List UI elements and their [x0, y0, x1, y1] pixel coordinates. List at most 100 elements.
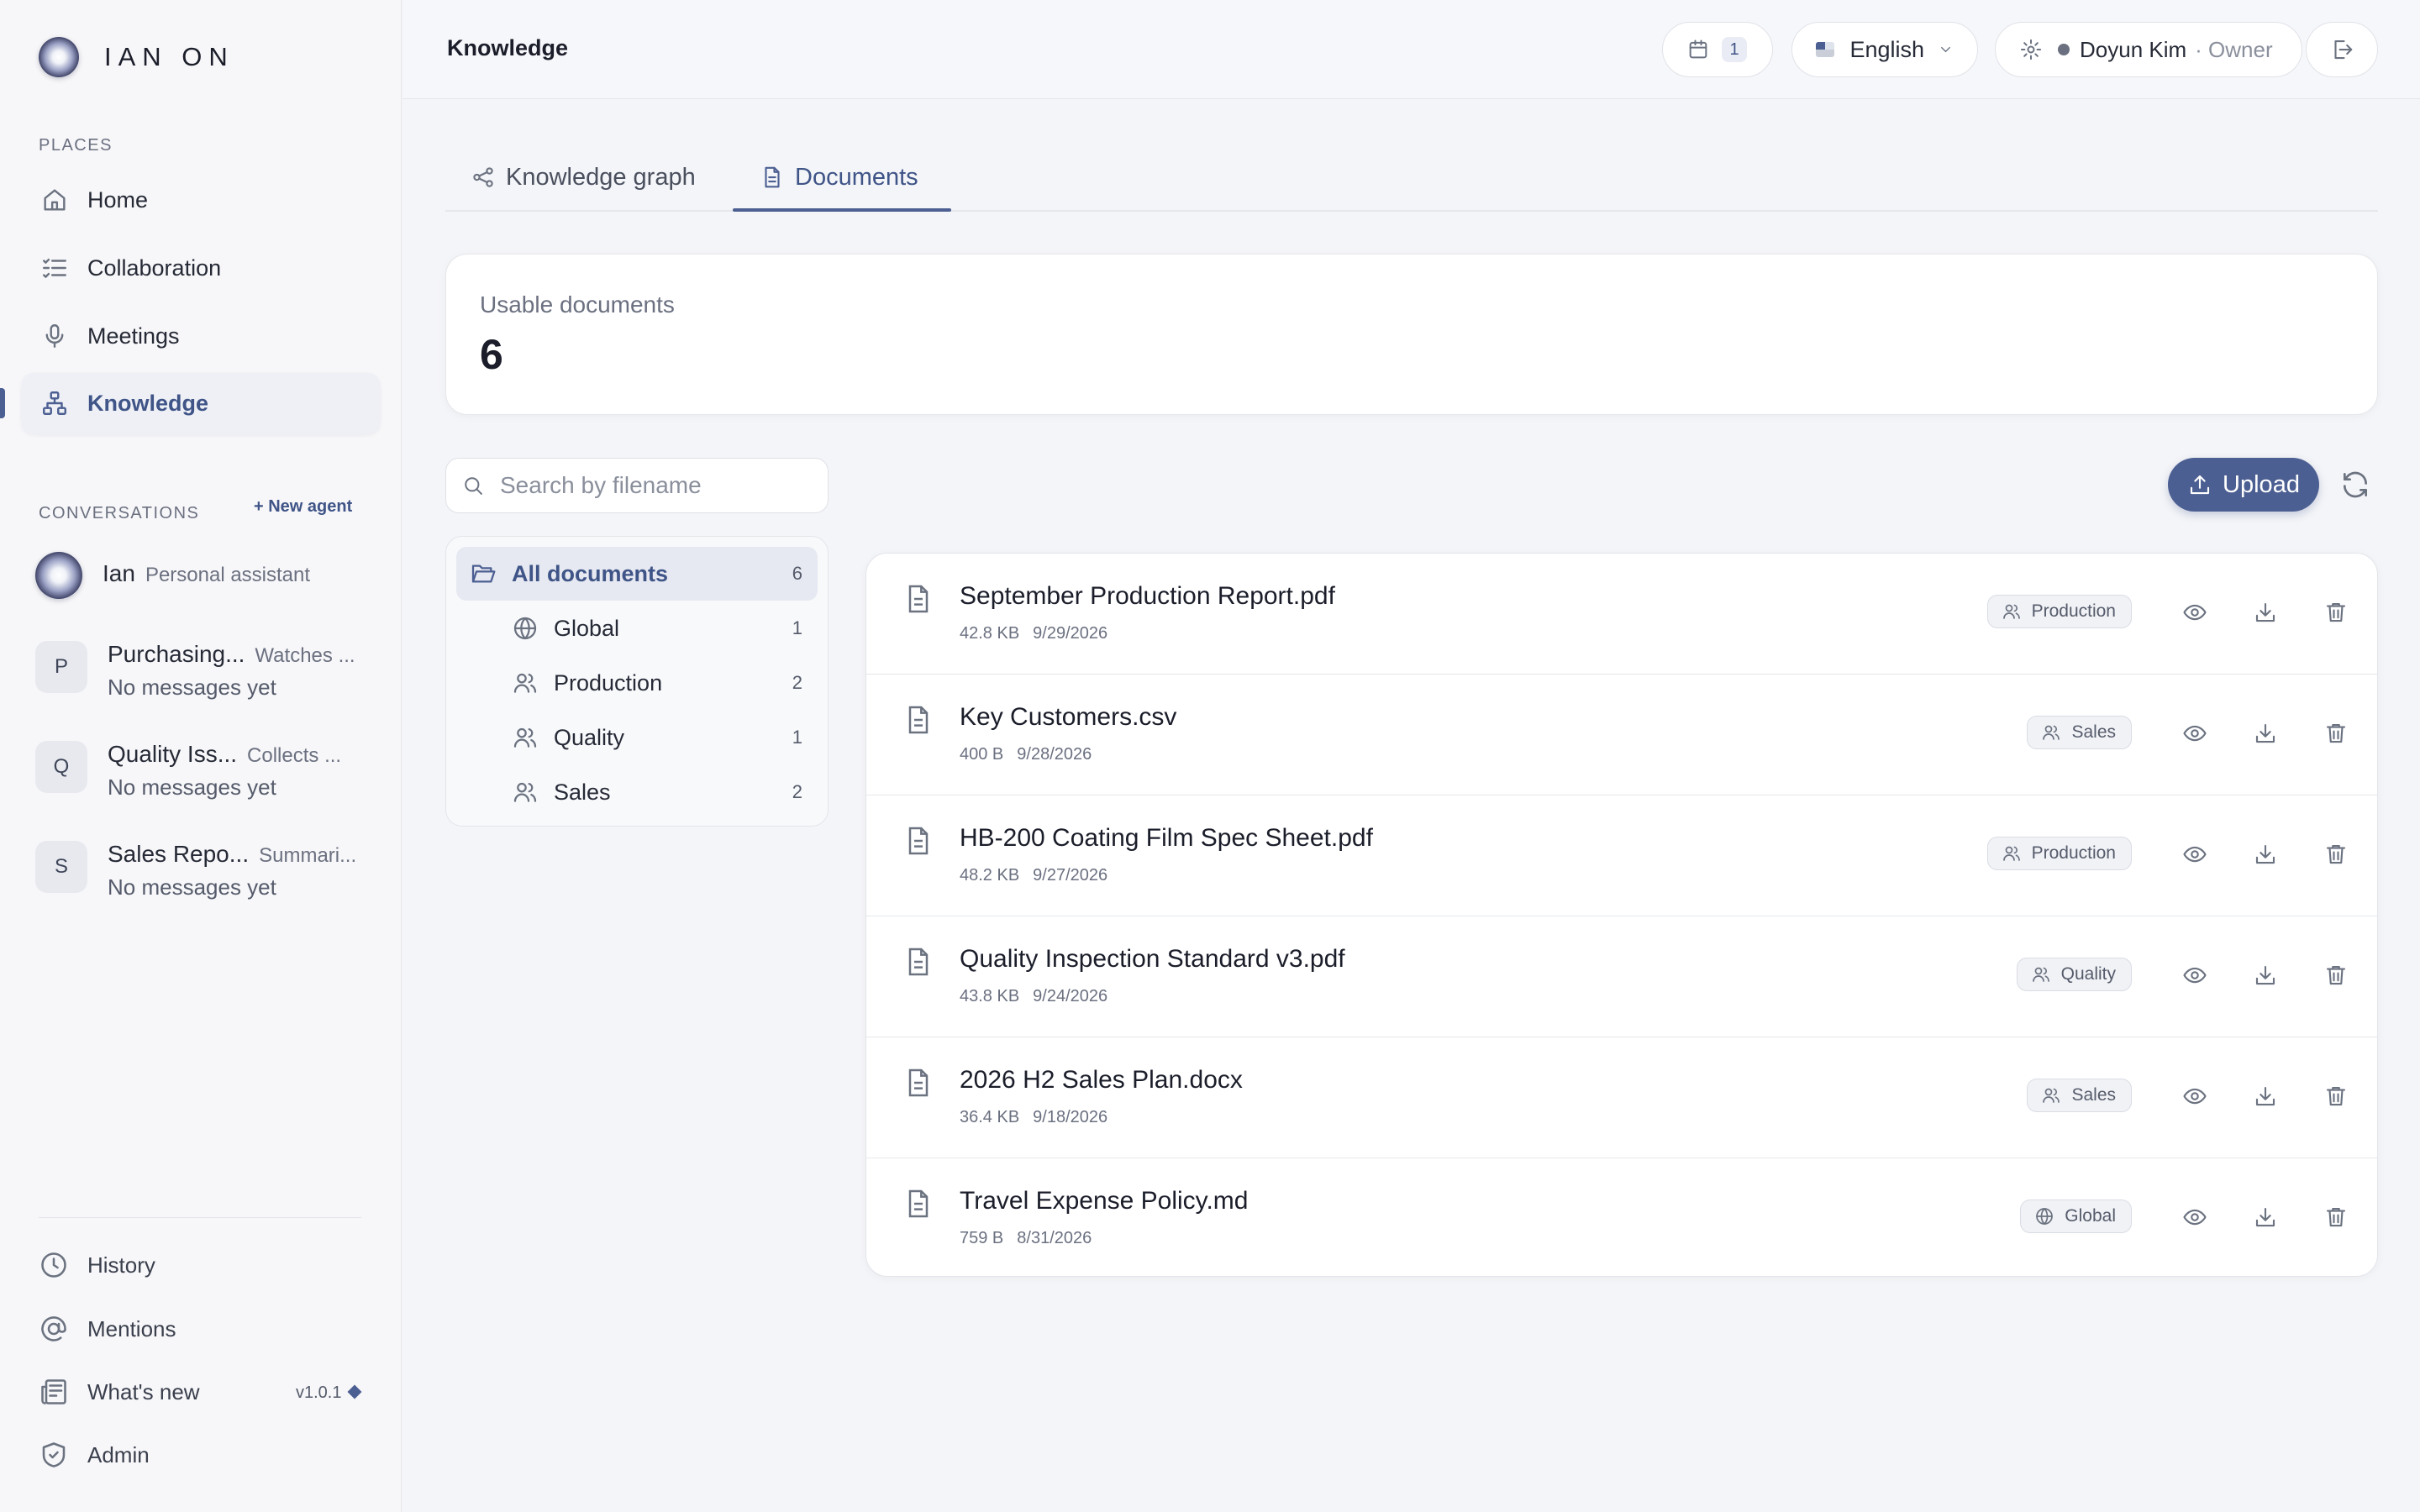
trash-icon[interactable]	[2323, 600, 2349, 625]
sidebar-history[interactable]: History	[39, 1250, 368, 1280]
trash-icon[interactable]	[2323, 1205, 2349, 1230]
search-input[interactable]	[500, 472, 819, 499]
document-size: 759 B	[960, 1229, 1004, 1247]
nav-knowledge[interactable]: Knowledge	[22, 373, 380, 433]
conversation-name: Purchasing...	[108, 641, 245, 667]
conversation-sales[interactable]: S Sales Repo... Summari... No messages y…	[35, 841, 371, 900]
logout-button[interactable]	[2306, 22, 2378, 77]
view-icon[interactable]	[2182, 842, 2207, 867]
document-name[interactable]: Quality Inspection Standard v3.pdf	[960, 945, 1345, 974]
file-icon	[908, 948, 929, 976]
users-icon	[513, 727, 537, 748]
document-icon	[765, 166, 780, 188]
upload-button[interactable]: Upload	[2168, 458, 2319, 512]
refresh-icon	[2343, 471, 2368, 498]
trash-icon[interactable]	[2323, 842, 2349, 867]
document-list: September Production Report.pdf 42.8 KB 9…	[865, 553, 2378, 1277]
trash-icon[interactable]	[2323, 1084, 2349, 1109]
sidebar-admin[interactable]: Admin	[39, 1440, 368, 1470]
download-icon[interactable]	[2253, 842, 2278, 867]
document-name[interactable]: Travel Expense Policy.md	[960, 1187, 1248, 1215]
calendar-button[interactable]: 1	[1662, 22, 1773, 77]
document-size: 42.8 KB	[960, 624, 1020, 643]
document-size: 36.4 KB	[960, 1108, 1020, 1126]
document-meta: 400 B 9/28/2026	[960, 745, 1092, 764]
checklist-icon	[43, 258, 66, 278]
folder-sales[interactable]: Sales 2	[456, 765, 818, 819]
file-icon	[908, 1068, 929, 1097]
nav-meetings[interactable]: Meetings	[22, 306, 380, 366]
user-menu[interactable]: Doyun Kim · Owner	[1995, 22, 2302, 77]
brand-name: IAN ON	[104, 42, 234, 71]
microphone-icon	[45, 324, 64, 348]
conversation-ian[interactable]: Ian Personal assistant	[35, 550, 371, 599]
document-meta: 36.4 KB 9/18/2026	[960, 1108, 1107, 1127]
document-name[interactable]: 2026 H2 Sales Plan.docx	[960, 1066, 1243, 1095]
conversation-desc: Watches ...	[255, 644, 355, 667]
folder-production[interactable]: Production 2	[456, 656, 818, 710]
tab-bar	[445, 143, 2378, 212]
download-icon[interactable]	[2253, 721, 2278, 746]
language-select[interactable]: English	[1791, 22, 1978, 77]
conversation-purchasing[interactable]: P Purchasing... Watches ... No messages …	[35, 641, 371, 701]
view-icon[interactable]	[2182, 600, 2207, 625]
document-row[interactable]: Quality Inspection Standard v3.pdf 43.8 …	[866, 916, 2377, 1037]
flag-icon	[1816, 42, 1835, 57]
conversation-desc: Collects ...	[247, 744, 342, 767]
conversation-quality[interactable]: Q Quality Iss... Collects ... No message…	[35, 741, 371, 801]
document-row[interactable]: Travel Expense Policy.md 759 B 8/31/2026 …	[866, 1158, 2377, 1276]
search-box[interactable]	[445, 458, 829, 513]
sidebar-mentions[interactable]: Mentions	[39, 1314, 368, 1344]
folder-count: 2	[792, 672, 802, 693]
folder-label: All documents	[512, 560, 669, 586]
document-tag: Sales	[2027, 716, 2132, 749]
view-icon[interactable]	[2182, 963, 2207, 988]
brand[interactable]: IAN ON	[39, 37, 234, 77]
admin-label: Admin	[87, 1441, 150, 1467]
folder-global[interactable]: Global 1	[456, 601, 818, 655]
view-icon[interactable]	[2182, 1084, 2207, 1109]
document-tag: Quality	[2016, 958, 2132, 991]
download-icon[interactable]	[2253, 963, 2278, 988]
tab-knowledge-graph[interactable]: Knowledge graph	[471, 143, 696, 212]
new-agent-button[interactable]: + New agent	[254, 497, 352, 517]
mentions-label: Mentions	[87, 1315, 176, 1341]
document-name[interactable]: Key Customers.csv	[960, 703, 1176, 732]
download-icon[interactable]	[2253, 600, 2278, 625]
document-meta: 42.8 KB 9/29/2026	[960, 624, 1107, 643]
folder-count: 1	[792, 617, 802, 638]
document-row[interactable]: HB-200 Coating Film Spec Sheet.pdf 48.2 …	[866, 795, 2377, 916]
chevron-down-icon	[1941, 46, 1950, 53]
view-icon[interactable]	[2182, 721, 2207, 746]
refresh-button[interactable]	[2339, 469, 2371, 501]
places-label: PLACES	[39, 136, 113, 155]
document-size: 43.8 KB	[960, 987, 1020, 1005]
nav-home[interactable]: Home	[22, 170, 380, 230]
tab-documents[interactable]: Documents	[760, 143, 918, 212]
download-icon[interactable]	[2253, 1084, 2278, 1109]
document-date: 9/24/2026	[1033, 987, 1108, 1005]
document-row[interactable]: 2026 H2 Sales Plan.docx 36.4 KB 9/18/2026…	[866, 1037, 2377, 1158]
share-graph-icon	[473, 167, 493, 187]
usable-documents-card: Usable documents 6	[445, 254, 2378, 415]
active-indicator	[0, 388, 5, 418]
nav-collaboration[interactable]: Collaboration	[22, 238, 380, 298]
document-name[interactable]: September Production Report.pdf	[960, 582, 1335, 611]
document-tag-label: Sales	[2071, 1085, 2116, 1105]
view-icon[interactable]	[2182, 1205, 2207, 1230]
download-icon[interactable]	[2253, 1205, 2278, 1230]
avatar: P	[35, 641, 87, 693]
trash-icon[interactable]	[2323, 963, 2349, 988]
sidebar-divider	[39, 1217, 361, 1218]
folder-count: 6	[792, 563, 802, 584]
nav-home-label: Home	[87, 186, 149, 213]
document-date: 8/31/2026	[1017, 1229, 1092, 1247]
folder-quality[interactable]: Quality 1	[456, 711, 818, 764]
folder-all-documents[interactable]: All documents 6	[456, 547, 818, 601]
users-icon	[513, 782, 537, 802]
file-icon	[908, 706, 929, 734]
document-row[interactable]: Key Customers.csv 400 B 9/28/2026 Sales	[866, 675, 2377, 795]
document-name[interactable]: HB-200 Coating Film Spec Sheet.pdf	[960, 824, 1373, 853]
trash-icon[interactable]	[2323, 721, 2349, 746]
document-row[interactable]: September Production Report.pdf 42.8 KB 9…	[866, 554, 2377, 675]
